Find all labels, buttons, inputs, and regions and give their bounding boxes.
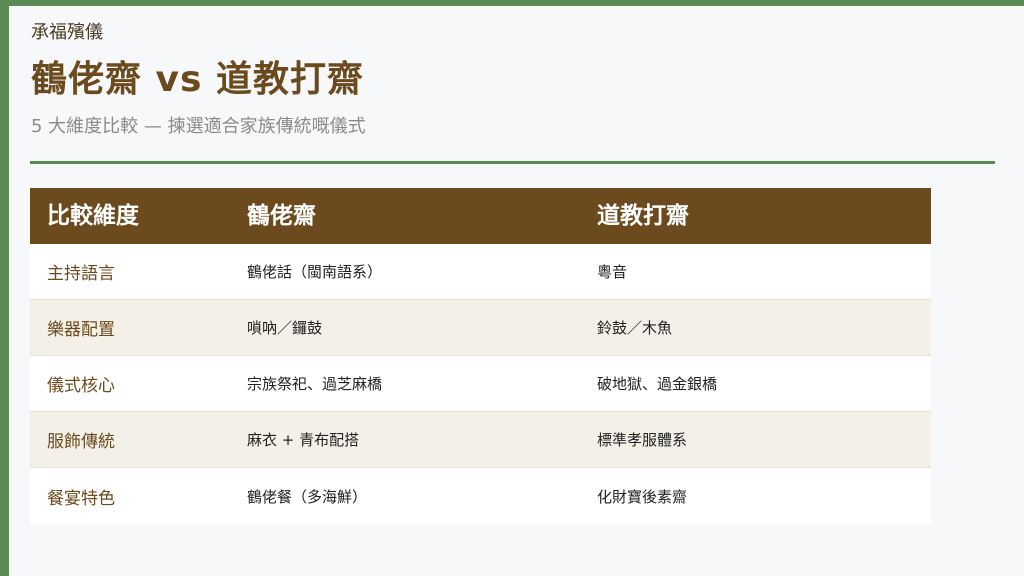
table-row: 儀式核心 宗族祭祀、過芝麻橋 破地獄、過金銀橋 <box>30 356 931 412</box>
cell-dimension: 服飾傳統 <box>47 432 115 452</box>
cell-dimension: 主持語言 <box>47 264 115 284</box>
comparison-table: 比較維度 鶴佬齋 道教打齋 主持語言 鶴佬話（閩南語系） 粵音 樂器配置 嗩吶／… <box>30 188 931 524</box>
slide: 承福殯儀 鶴佬齋 vs 道教打齋 5 大維度比較 — 揀選適合家族傳統嘅儀式 比… <box>0 0 1024 576</box>
cell-holo: 麻衣 + 青布配搭 <box>247 431 360 449</box>
cell-holo: 嗩吶／鑼鼓 <box>247 319 323 337</box>
cell-taoist: 標準孝服體系 <box>597 431 688 449</box>
table-row: 主持語言 鶴佬話（閩南語系） 粵音 <box>30 244 931 300</box>
cell-dimension: 儀式核心 <box>47 376 115 396</box>
table-row: 服飾傳統 麻衣 + 青布配搭 標準孝服體系 <box>30 412 931 468</box>
title-divider <box>30 161 995 164</box>
cell-taoist: 破地獄、過金銀橋 <box>597 375 718 393</box>
cell-holo: 鶴佬餐（多海鮮） <box>247 487 368 506</box>
cell-holo: 鶴佬話（閩南語系） <box>247 263 383 281</box>
header-taoist: 道教打齋 <box>597 203 689 229</box>
page-title: 鶴佬齋 vs 道教打齋 <box>31 59 364 100</box>
cell-holo: 宗族祭祀、過芝麻橋 <box>247 375 383 393</box>
cell-dimension: 樂器配置 <box>47 320 115 340</box>
cell-taoist: 粵音 <box>597 263 628 281</box>
top-accent-bar <box>0 0 1024 6</box>
table-header-row: 比較維度 鶴佬齋 道教打齋 <box>30 188 931 244</box>
page-subtitle: 5 大維度比較 — 揀選適合家族傳統嘅儀式 <box>31 116 366 137</box>
cell-taoist: 化財寶後素齋 <box>597 487 688 506</box>
table-row: 餐宴特色 鶴佬餐（多海鮮） 化財寶後素齋 <box>30 468 931 524</box>
left-accent-bar <box>0 0 9 576</box>
header-dimension: 比較維度 <box>47 203 139 229</box>
cell-taoist: 鈴鼓／木魚 <box>597 319 673 337</box>
header-holo: 鶴佬齋 <box>247 203 316 229</box>
brand-name: 承福殯儀 <box>31 22 103 43</box>
cell-dimension: 餐宴特色 <box>47 488 115 509</box>
table-row: 樂器配置 嗩吶／鑼鼓 鈴鼓／木魚 <box>30 300 931 356</box>
